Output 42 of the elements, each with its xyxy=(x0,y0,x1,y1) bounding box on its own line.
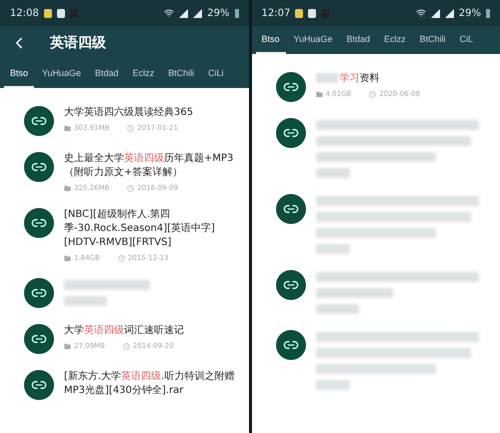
folder-icon xyxy=(64,124,71,132)
blurred-text xyxy=(316,244,350,254)
source-tab[interactable]: BtChili xyxy=(162,60,200,88)
battery-percent: 29% xyxy=(207,8,230,18)
folder-icon xyxy=(316,90,322,98)
source-tab[interactable]: Btdad xyxy=(89,60,125,88)
source-tab[interactable]: Eclzz xyxy=(126,60,160,88)
source-tab[interactable]: Btso xyxy=(4,60,34,88)
clock-icon xyxy=(118,254,125,262)
source-tab[interactable]: CiL xyxy=(454,26,480,54)
battery-icon xyxy=(234,8,238,18)
folder-icon xyxy=(64,342,71,350)
source-tab[interactable]: YuHuaGe xyxy=(36,60,88,88)
blurred-text xyxy=(316,304,359,314)
source-tab[interactable]: Btdad xyxy=(340,26,376,54)
item-title[interactable]: [NBC][超级制作人.第四季-30.Rock.Season4][英语中字][HDTV-RMVB][FRTVS] xyxy=(64,208,236,250)
clock-icon xyxy=(122,342,130,350)
battery-percent: 29% xyxy=(458,8,481,18)
source-tab[interactable]: BtChili xyxy=(414,26,452,54)
clock-icon xyxy=(127,124,134,132)
folder-icon xyxy=(64,254,71,262)
battery-icon xyxy=(486,8,490,18)
source-tab[interactable]: Btso xyxy=(256,26,286,54)
source-tab[interactable]: Eclzz xyxy=(378,26,412,54)
blurred-text xyxy=(64,296,108,306)
page-title: 英语四级 xyxy=(50,34,106,52)
folder-icon xyxy=(64,184,71,192)
status-time: 12:07 xyxy=(262,8,290,18)
item-title[interactable]: 学习资料 xyxy=(316,72,488,86)
source-tab[interactable]: YuHuaGe xyxy=(288,26,339,54)
blurred-text xyxy=(316,168,350,178)
item-title[interactable]: 史上最全大学英语四级历年真题+MP3（附听力原文+答案详解） xyxy=(64,152,236,180)
item-title[interactable]: 大学英语四级词汇速听速记 xyxy=(64,324,236,338)
blurred-text xyxy=(316,380,350,390)
wifi-icon xyxy=(416,8,426,18)
clock-icon xyxy=(369,90,376,98)
wifi-icon xyxy=(164,8,174,18)
source-tab[interactable]: CiLi xyxy=(202,60,230,88)
item-title[interactable]: 大学英语四六级晨读经典365 xyxy=(64,106,236,120)
status-time: 12:08 xyxy=(10,8,39,18)
item-title[interactable]: [新东方.大学英语四级.听力特训之附赠MP3光盘][430分钟全].rar xyxy=(64,370,236,398)
clock-icon xyxy=(127,184,134,192)
